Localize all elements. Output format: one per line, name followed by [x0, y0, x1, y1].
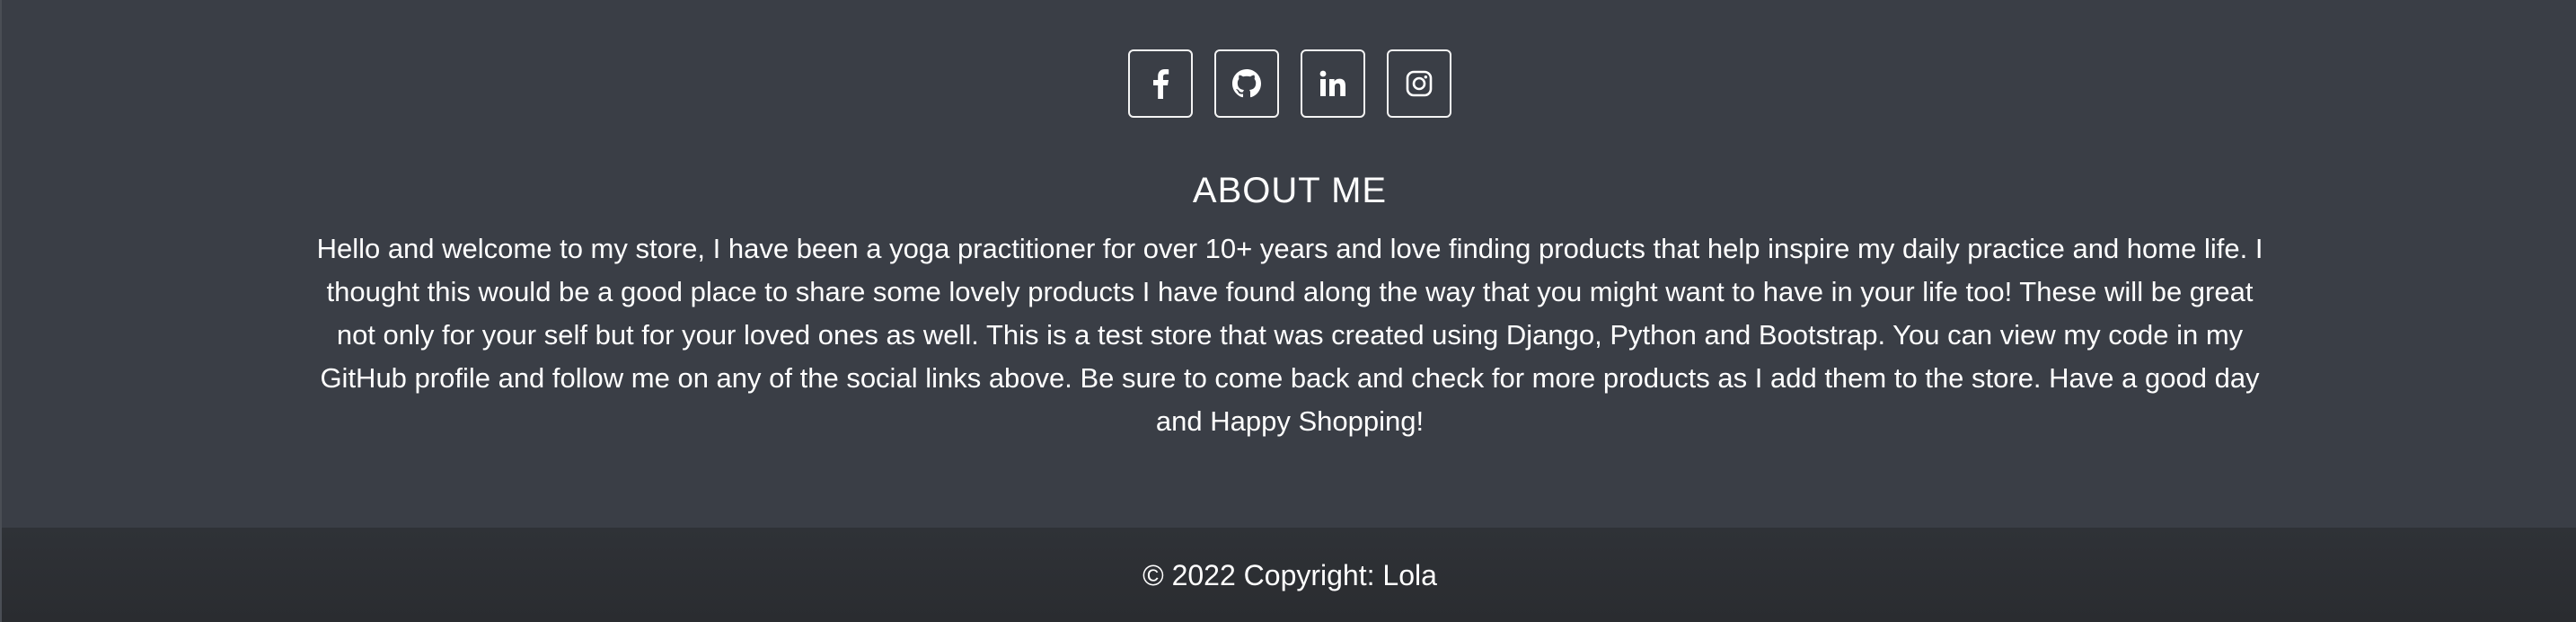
instagram-button[interactable] [1387, 49, 1451, 118]
linkedin-icon [1319, 70, 1346, 97]
copyright-text: © 2022 Copyright: Lola [1142, 558, 1437, 591]
social-links [2, 49, 2576, 118]
facebook-icon [1151, 68, 1169, 99]
site-footer: ABOUT ME Hello and welcome to my store, … [0, 0, 2576, 622]
copyright-bar: © 2022 Copyright: Lola [2, 528, 2576, 622]
github-button[interactable] [1214, 49, 1279, 118]
linkedin-button[interactable] [1301, 49, 1365, 118]
about-title: ABOUT ME [1192, 171, 1388, 210]
instagram-icon [1406, 70, 1433, 97]
facebook-button[interactable] [1128, 49, 1193, 118]
about-text: Hello and welcome to my store, I have be… [316, 233, 2263, 437]
github-icon [1232, 69, 1261, 98]
